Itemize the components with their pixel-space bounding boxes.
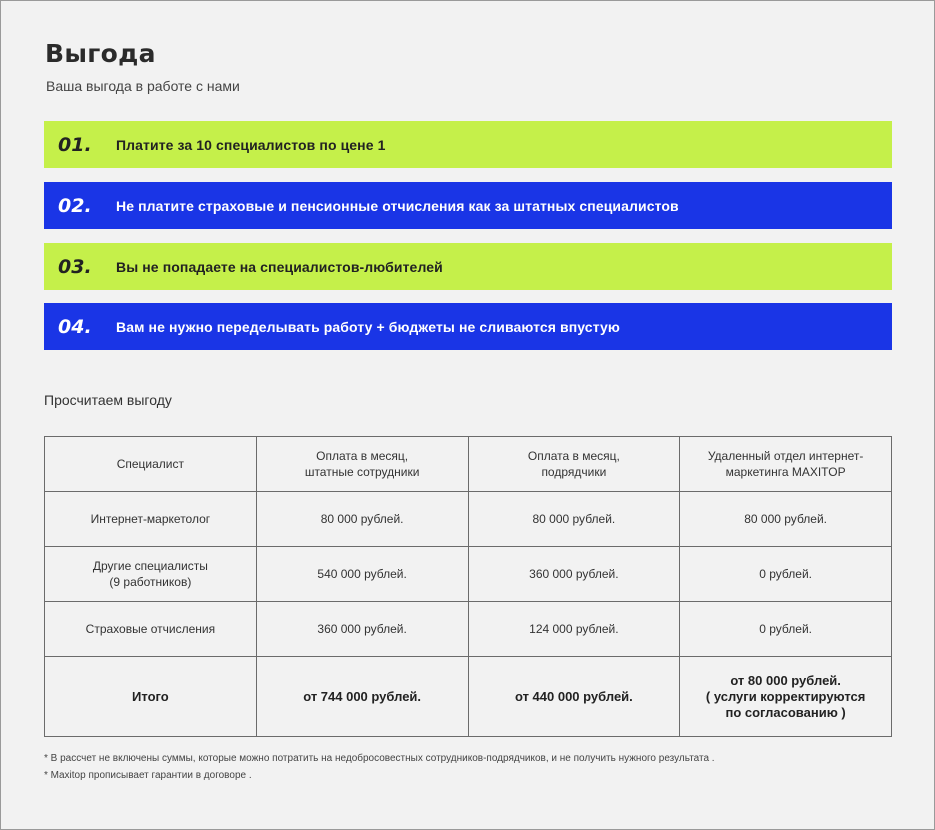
table-header-row: Специалист Оплата в месяц, штатные сотру… bbox=[44, 436, 892, 492]
table-cell: 80 000 рублей. bbox=[255, 491, 469, 547]
benefit-number: 01. bbox=[58, 133, 92, 156]
total-maxitop: от 80 000 рублей. ( услуги корректируютс… bbox=[679, 656, 892, 737]
page-title: Выгода bbox=[45, 39, 156, 68]
benefit-text: Платите за 10 специалистов по цене 1 bbox=[116, 136, 386, 153]
table-cell: 0 рублей. bbox=[679, 601, 892, 657]
benefit-number: 03. bbox=[58, 255, 92, 278]
header-specialist: Специалист bbox=[44, 436, 257, 492]
table-cell: 80 000 рублей. bbox=[679, 491, 892, 547]
table-cell: Страховые отчисления bbox=[44, 601, 257, 657]
table-cell: 360 000 рублей. bbox=[467, 546, 681, 602]
benefit-item-4: 04. Вам не нужно переделывать работу + б… bbox=[44, 303, 892, 350]
footnote-2: * Maxitop прописывает гарантии в договор… bbox=[44, 770, 252, 781]
footnote-1: * В рассчет не включены суммы, которые м… bbox=[44, 753, 715, 764]
total-label: Итого bbox=[44, 656, 257, 737]
comparison-table: Специалист Оплата в месяц, штатные сотру… bbox=[44, 436, 892, 737]
total-contractors: от 440 000 рублей. bbox=[467, 656, 681, 737]
table-total-row: Итого от 744 000 рублей. от 440 000 рубл… bbox=[44, 656, 892, 737]
table-cell: 540 000 рублей. bbox=[255, 546, 469, 602]
page-subtitle: Ваша выгода в работе с нами bbox=[46, 78, 240, 94]
benefit-text: Вам не нужно переделывать работу + бюдже… bbox=[116, 318, 620, 335]
benefit-item-3: 03. Вы не попадаете на специалистов-люби… bbox=[44, 243, 892, 290]
benefit-text: Вы не попадаете на специалистов-любителе… bbox=[116, 258, 443, 275]
table-cell: Другие специалисты (9 работников) bbox=[44, 546, 257, 602]
benefit-item-1: 01. Платите за 10 специалистов по цене 1 bbox=[44, 121, 892, 168]
table-cell: 360 000 рублей. bbox=[255, 601, 469, 657]
benefit-number: 04. bbox=[58, 315, 92, 338]
total-staff: от 744 000 рублей. bbox=[255, 656, 469, 737]
table-row: Другие специалисты (9 работников) 540 00… bbox=[44, 546, 892, 602]
table-cell: 124 000 рублей. bbox=[467, 601, 681, 657]
benefit-number: 02. bbox=[58, 194, 92, 217]
header-maxitop: Удаленный отдел интернет- маркетинга MAX… bbox=[679, 436, 892, 492]
header-contractors: Оплата в месяц, подрядчики bbox=[467, 436, 681, 492]
header-staff: Оплата в месяц, штатные сотрудники bbox=[255, 436, 469, 492]
table-cell: 0 рублей. bbox=[679, 546, 892, 602]
benefit-item-2: 02. Не платите страховые и пенсионные от… bbox=[44, 182, 892, 229]
table-row: Страховые отчисления 360 000 рублей. 124… bbox=[44, 601, 892, 657]
table-row: Интернет-маркетолог 80 000 рублей. 80 00… bbox=[44, 491, 892, 547]
benefit-text: Не платите страховые и пенсионные отчисл… bbox=[116, 197, 679, 214]
table-cell: 80 000 рублей. bbox=[467, 491, 681, 547]
calculation-title: Просчитаем выгоду bbox=[44, 392, 172, 408]
table-cell: Интернет-маркетолог bbox=[44, 491, 257, 547]
